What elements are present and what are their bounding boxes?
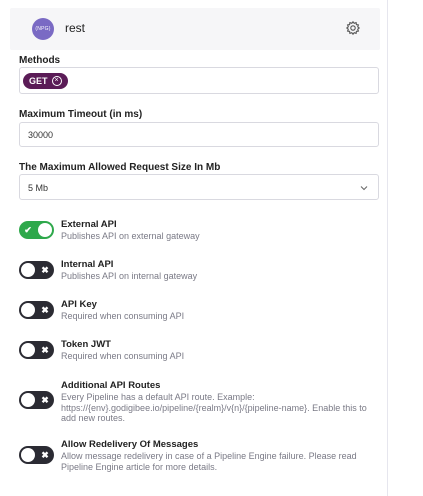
toggle-description: Allow message redelivery in case of a Pi… bbox=[61, 451, 357, 472]
timeout-value: 30000 bbox=[28, 130, 54, 140]
method-chip-label: GET bbox=[29, 76, 48, 86]
timeout-input[interactable]: 30000 bbox=[19, 122, 379, 147]
toggle-knob bbox=[21, 393, 35, 407]
toggle-description: Publishes API on internal gateway bbox=[61, 271, 198, 281]
toggle-knob bbox=[21, 343, 35, 357]
toggle-knob bbox=[21, 448, 35, 462]
request-size-label: The Maximum Allowed Request Size In Mb bbox=[19, 162, 221, 173]
toggle-title: Internal API bbox=[61, 259, 114, 270]
check-icon: ✔ bbox=[24, 225, 32, 235]
component-header: (NPG) rest bbox=[10, 8, 380, 50]
request-size-value: 5 Mb bbox=[28, 183, 49, 193]
toggle-description: Publishes API on external gateway bbox=[61, 231, 200, 241]
method-chip-get[interactable]: GET × bbox=[23, 73, 68, 89]
additional-routes-toggle[interactable]: ✖ bbox=[19, 391, 54, 409]
internal-api-toggle[interactable]: ✖ bbox=[19, 261, 54, 279]
close-icon: ✖ bbox=[41, 395, 49, 405]
avatar-text: (NPG) bbox=[35, 26, 51, 32]
request-size-select[interactable]: 5 Mb bbox=[19, 174, 379, 200]
gear-icon[interactable] bbox=[345, 20, 361, 36]
methods-field[interactable]: GET × bbox=[19, 67, 379, 94]
toggle-title: API Key bbox=[61, 299, 97, 310]
timeout-label: Maximum Timeout (in ms) bbox=[19, 109, 143, 120]
api-key-toggle[interactable]: ✖ bbox=[19, 301, 54, 319]
toggle-description: Required when consuming API bbox=[61, 351, 185, 361]
settings-panel: (NPG) rest Methods GET × Maximum Timeout… bbox=[0, 0, 388, 496]
close-icon: ✖ bbox=[41, 305, 49, 315]
close-icon: ✖ bbox=[41, 265, 49, 275]
toggle-knob bbox=[21, 263, 35, 277]
close-icon: ✖ bbox=[41, 450, 49, 460]
toggle-description: Every Pipeline has a default API route. … bbox=[61, 392, 367, 423]
methods-label: Methods bbox=[19, 55, 61, 66]
toggle-title: Additional API Routes bbox=[61, 380, 161, 391]
component-title: rest bbox=[65, 21, 86, 35]
chip-close-icon[interactable]: × bbox=[51, 76, 62, 86]
token-jwt-toggle[interactable]: ✖ bbox=[19, 341, 54, 359]
toggle-title: External API bbox=[61, 219, 117, 230]
toggle-knob bbox=[21, 303, 35, 317]
close-icon: ✖ bbox=[41, 345, 49, 355]
redelivery-toggle[interactable]: ✖ bbox=[19, 446, 54, 464]
toggle-title: Allow Redelivery Of Messages bbox=[61, 439, 199, 450]
toggle-title: Token JWT bbox=[61, 339, 111, 350]
toggle-description: Required when consuming API bbox=[61, 311, 185, 321]
toggle-knob bbox=[38, 223, 52, 237]
chevron-down-icon[interactable] bbox=[360, 184, 368, 192]
component-avatar: (NPG) bbox=[32, 18, 54, 40]
external-api-toggle[interactable]: ✔ bbox=[19, 221, 54, 239]
